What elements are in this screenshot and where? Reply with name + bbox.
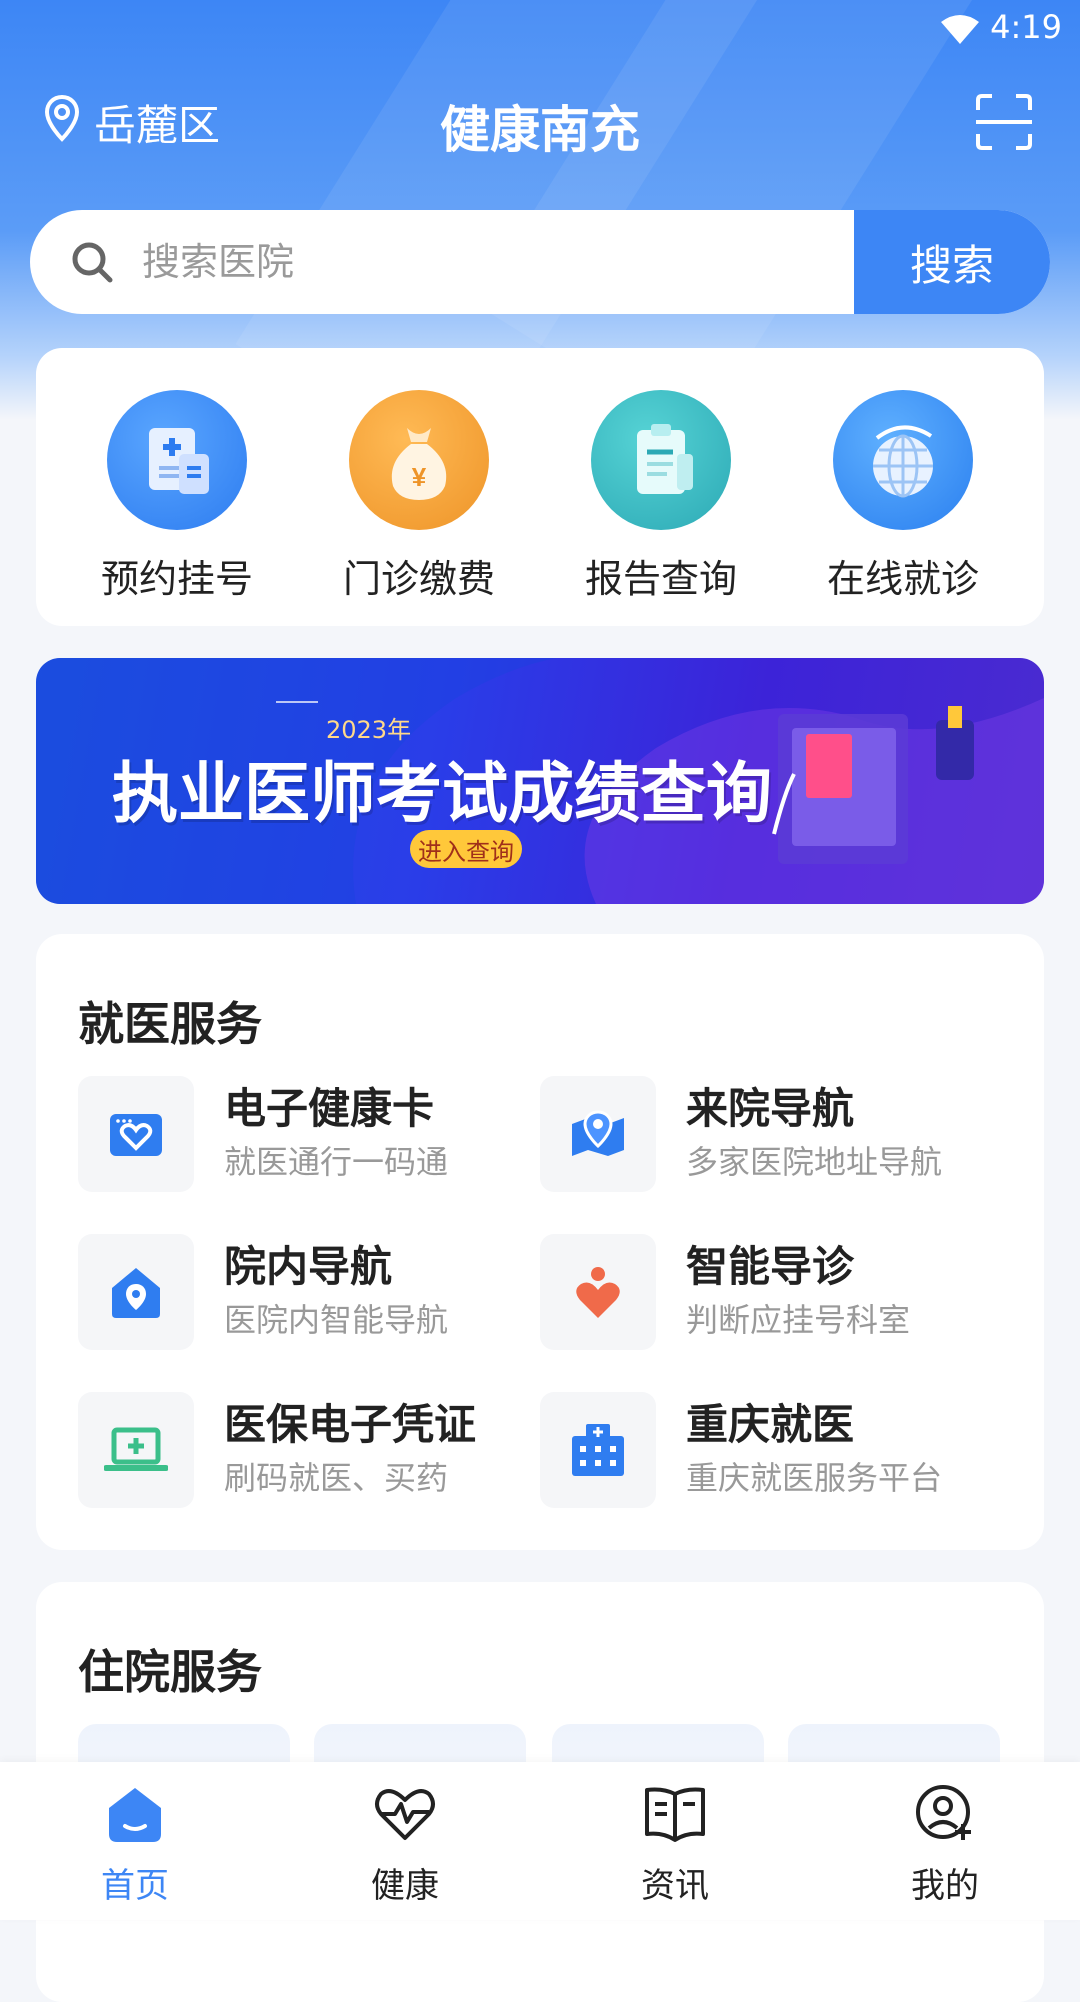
nav-label: 首页 <box>101 1866 169 1906</box>
service-name: 重庆就医 <box>686 1400 855 1449</box>
search-bar: 搜索 <box>30 210 1050 314</box>
quick-action-online[interactable]: 在线就诊 <box>793 390 1013 603</box>
book-icon <box>643 1784 707 1848</box>
quick-action-appointment[interactable]: 预约挂号 <box>67 390 287 603</box>
banner-title: 执业医师考试成绩查询 <box>112 755 772 832</box>
bottom-nav: 首页 健康 资讯 我的 <box>0 1762 1080 1920</box>
nav-health[interactable]: 健康 <box>270 1762 540 1920</box>
nav-label: 健康 <box>371 1866 439 1906</box>
service-desc: 就医通行一码通 <box>224 1143 449 1181</box>
service-desc: 刷码就医、买药 <box>224 1459 449 1497</box>
svg-text:¥: ¥ <box>412 462 427 492</box>
medical-services-card: 就医服务 电子健康卡 就医通行一码通 来院导航 多家医院地址导航 院内导航 医院… <box>36 934 1044 1550</box>
service-medical-insurance[interactable]: 医保电子凭证 刷码就医、买药 <box>78 1392 528 1508</box>
nav-label: 资讯 <box>641 1866 709 1906</box>
service-desc: 判断应挂号科室 <box>686 1301 911 1339</box>
home-icon <box>105 1784 165 1848</box>
quick-action-report[interactable]: 报告查询 <box>551 390 771 603</box>
banner-cta-button[interactable]: 进入查询 <box>410 830 522 868</box>
heart-pulse-icon <box>373 1784 437 1848</box>
person-heart-icon <box>540 1234 656 1350</box>
quick-action-label: 在线就诊 <box>826 557 979 601</box>
appointment-icon <box>107 390 247 530</box>
service-name: 医保电子凭证 <box>224 1400 477 1449</box>
top-bar: 岳麓区 健康南充 <box>0 88 1080 159</box>
service-chongqing-medical[interactable]: 重庆就医 重庆就医服务平台 <box>540 1392 990 1508</box>
search-icon <box>30 210 140 314</box>
health-card-icon <box>78 1076 194 1192</box>
laptop-plus-icon <box>78 1392 194 1508</box>
wifi-icon <box>940 14 980 50</box>
service-name: 智能导诊 <box>686 1242 855 1291</box>
status-bar: 4:19 <box>0 0 1080 60</box>
quick-action-label: 门诊缴费 <box>342 557 495 601</box>
hospital-building-icon <box>540 1392 656 1508</box>
search-button[interactable]: 搜索 <box>854 210 1050 314</box>
nav-label: 我的 <box>911 1866 979 1906</box>
service-desc: 多家医院地址导航 <box>686 1143 943 1181</box>
promo-banner[interactable]: 2023年 执业医师考试成绩查询 进入查询 <box>36 658 1044 904</box>
payment-bag-icon: ¥ <box>349 390 489 530</box>
service-hospital-navigation[interactable]: 来院导航 多家医院地址导航 <box>540 1076 990 1192</box>
section-title: 住院服务 <box>78 1645 262 1699</box>
online-globe-icon <box>833 390 973 530</box>
user-add-icon <box>915 1784 975 1848</box>
service-desc: 重庆就医服务平台 <box>686 1459 943 1497</box>
quick-action-payment[interactable]: ¥ 门诊缴费 <box>309 390 529 603</box>
section-title: 就医服务 <box>78 997 262 1051</box>
house-pin-icon <box>78 1234 194 1350</box>
scan-icon <box>974 94 1034 156</box>
nav-profile[interactable]: 我的 <box>810 1762 1080 1920</box>
nav-home[interactable]: 首页 <box>0 1762 270 1920</box>
page-title: 健康南充 <box>440 101 640 159</box>
service-name: 电子健康卡 <box>224 1084 435 1133</box>
quick-action-label: 报告查询 <box>584 557 737 601</box>
nav-news[interactable]: 资讯 <box>540 1762 810 1920</box>
search-input[interactable] <box>140 210 854 314</box>
status-time: 4:19 <box>990 8 1062 46</box>
map-pin-icon <box>540 1076 656 1192</box>
quick-action-label: 预约挂号 <box>100 557 253 601</box>
service-indoor-navigation[interactable]: 院内导航 医院内智能导航 <box>78 1234 528 1350</box>
service-desc: 医院内智能导航 <box>224 1301 449 1339</box>
quick-actions-card: 预约挂号 ¥ 门诊缴费 报告查询 在线就诊 <box>36 348 1044 626</box>
report-clipboard-icon <box>591 390 731 530</box>
service-name: 来院导航 <box>686 1084 855 1133</box>
service-health-card[interactable]: 电子健康卡 就医通行一码通 <box>78 1076 528 1192</box>
service-smart-triage[interactable]: 智能导诊 判断应挂号科室 <box>540 1234 990 1350</box>
scan-button[interactable] <box>974 92 1034 152</box>
service-name: 院内导航 <box>224 1242 393 1291</box>
